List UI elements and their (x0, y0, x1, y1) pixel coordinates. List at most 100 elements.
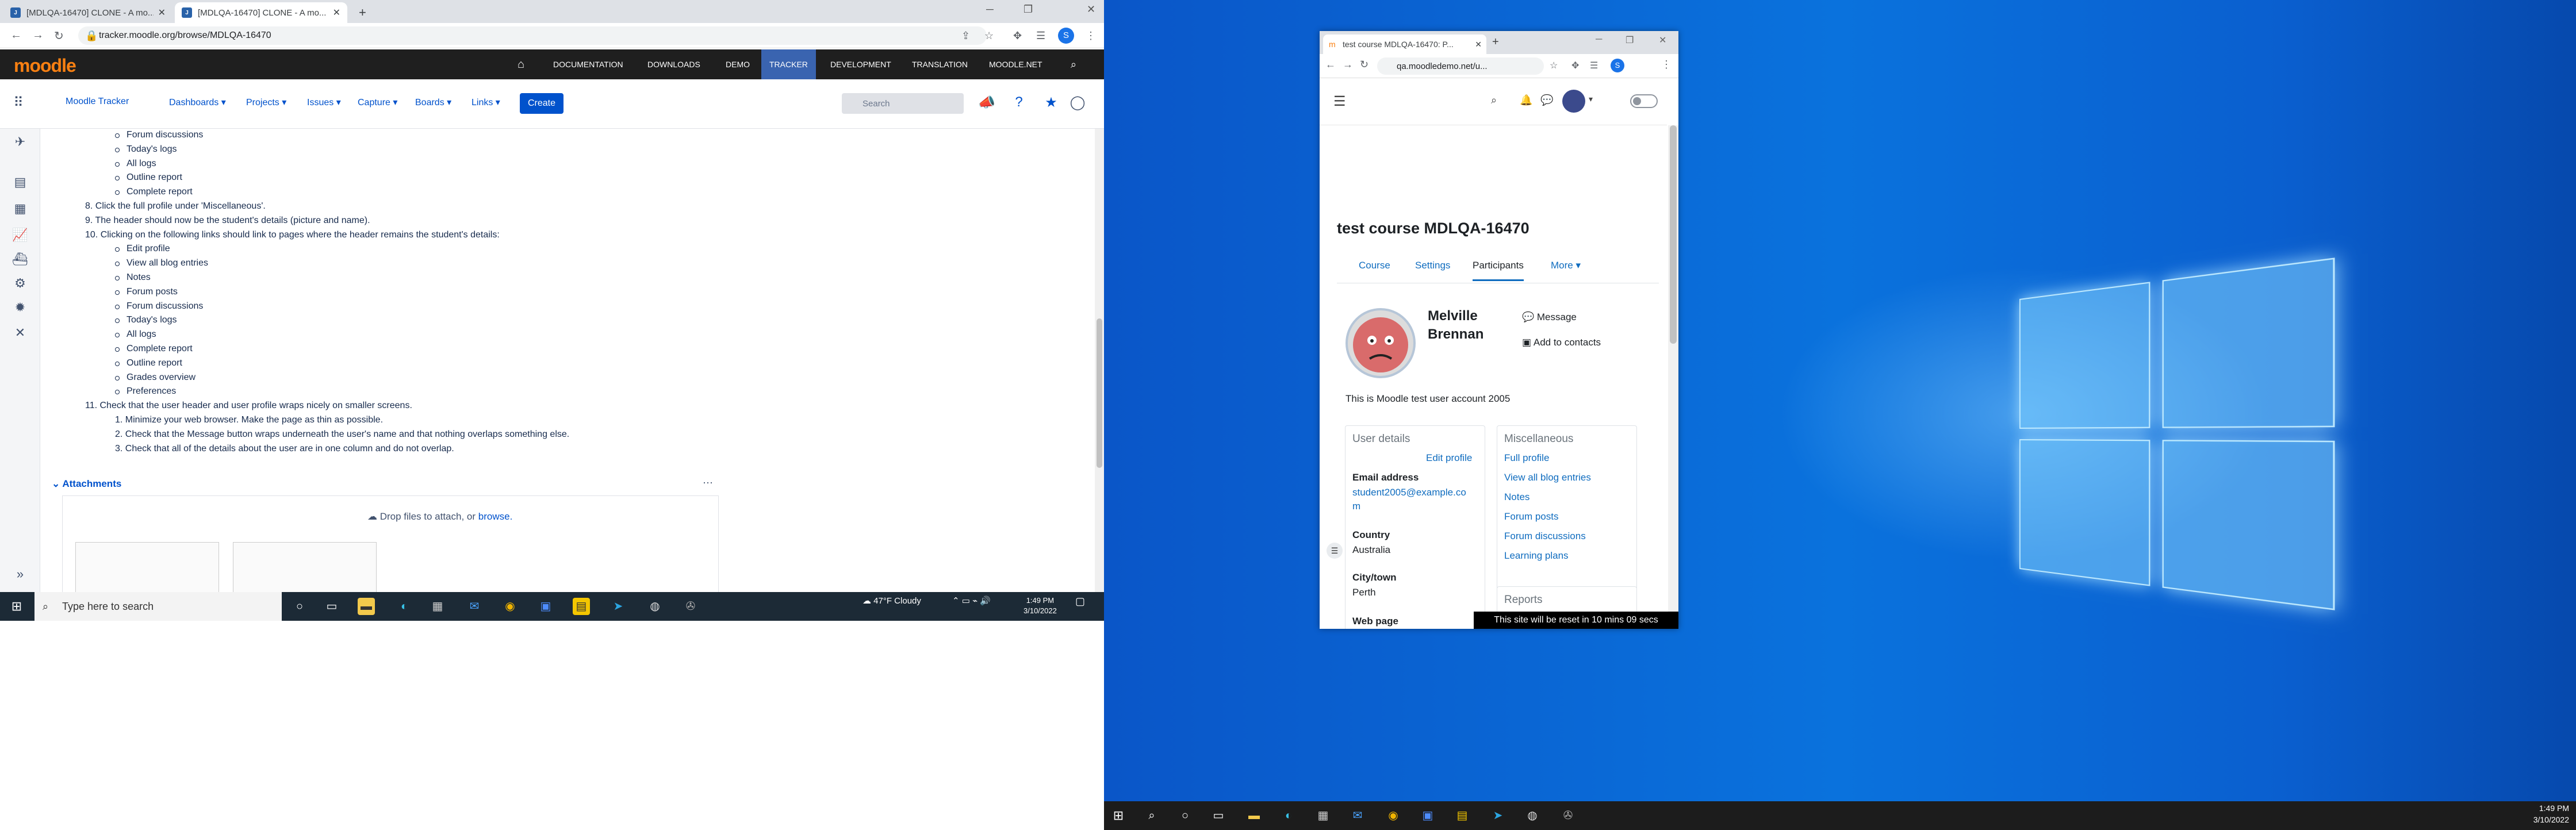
forum-discussions-link[interactable]: Forum discussions (1504, 531, 1586, 542)
new-tab-button[interactable]: + (352, 2, 373, 23)
menu-issues[interactable]: Issues ▾ (307, 97, 341, 108)
hamburger-icon[interactable]: ☰ (1333, 93, 1346, 110)
chrome-profile-icon[interactable]: ◍ (646, 598, 664, 615)
attachment-thumbnail[interactable] (233, 542, 377, 592)
menu-capture[interactable]: Capture ▾ (358, 97, 397, 108)
browse-link[interactable]: browse. (478, 511, 513, 522)
nav-tracker[interactable]: TRACKER (761, 49, 816, 79)
close-icon[interactable]: ✕ (1475, 40, 1482, 49)
nav-downloads[interactable]: DOWNLOADS (639, 49, 708, 79)
tab-course[interactable]: Course (1359, 260, 1390, 271)
edit-profile-link[interactable]: Edit profile (1426, 452, 1472, 464)
shortcuts-icon[interactable]: ✕ (10, 325, 30, 343)
store-icon[interactable]: ▦ (1314, 807, 1332, 824)
profile-avatar[interactable]: S (1611, 59, 1624, 72)
minimize-icon[interactable]: ─ (986, 3, 994, 16)
sticky-notes-icon[interactable]: ▤ (573, 598, 590, 615)
forum-posts-link[interactable]: Forum posts (1504, 511, 1558, 522)
task-view-icon[interactable]: ▭ (323, 598, 340, 615)
close-icon[interactable]: ✕ (158, 7, 166, 18)
tab-settings[interactable]: Settings (1415, 260, 1450, 271)
nav-demo[interactable]: DEMO (718, 49, 758, 79)
file-explorer-icon[interactable]: ▬ (358, 598, 375, 615)
mail-icon[interactable]: ✉ (1349, 807, 1366, 824)
star-icon[interactable]: ☆ (1550, 60, 1558, 71)
admin-star-icon[interactable]: ★ (1042, 94, 1060, 113)
app-switcher-icon[interactable]: ⠿ (9, 94, 28, 113)
chat-icon[interactable]: 💬 (1540, 94, 1553, 106)
learning-plans-link[interactable]: Learning plans (1504, 550, 1569, 562)
components-icon[interactable]: ⚙ (10, 276, 30, 293)
close-window-icon[interactable]: ✕ (1659, 34, 1666, 46)
tab-participants[interactable]: Participants (1473, 260, 1524, 281)
profile-avatar[interactable]: S (1058, 28, 1074, 44)
releases-icon[interactable]: ⛴ (10, 252, 30, 269)
moodle-logo[interactable]: moodle (14, 55, 76, 76)
menu-links[interactable]: Links ▾ (471, 97, 500, 108)
more-options-icon[interactable]: ⋯ (703, 477, 713, 489)
taskbar-clock[interactable]: 1:49 PM 3/10/2022 (1023, 595, 1057, 616)
tray-icons[interactable]: ⌃ ▭ ⌁ 🔊 (952, 595, 991, 606)
jira-search-input[interactable]: Search (842, 93, 964, 114)
nav-moodle-net[interactable]: MOODLE.NET (981, 49, 1051, 79)
forward-icon[interactable]: → (1343, 59, 1353, 71)
new-tab-button[interactable]: + (1492, 36, 1499, 49)
task-view-icon[interactable]: ▭ (1210, 807, 1227, 824)
help-icon[interactable]: ? (1010, 94, 1028, 113)
bell-icon[interactable]: 🔔 (1520, 94, 1532, 106)
page-scrollbar[interactable] (1095, 129, 1104, 592)
edge-icon[interactable]: ◐ (1280, 807, 1297, 824)
user-avatar-icon[interactable]: ◯ (1068, 94, 1087, 113)
cortana-icon[interactable]: ○ (1176, 807, 1194, 824)
blog-entries-link[interactable]: View all blog entries (1504, 472, 1591, 483)
bug-icon[interactable]: ✹ (10, 300, 30, 317)
zoom-icon[interactable]: ▣ (537, 598, 554, 615)
user-avatar[interactable] (1562, 90, 1585, 113)
browser-tab-1[interactable]: J [MDLQA-16470] CLONE - A mo... ✕ (3, 2, 172, 23)
search-icon[interactable]: ⌕ (1491, 94, 1497, 106)
app-icon[interactable]: ✇ (1559, 807, 1577, 824)
project-avatar-icon[interactable]: ✈ (10, 135, 30, 152)
chevron-down-icon[interactable]: ▾ (1589, 94, 1593, 104)
app-icon[interactable]: ✇ (682, 598, 699, 615)
file-explorer-icon[interactable]: ▬ (1245, 807, 1263, 824)
add-contact-button[interactable]: ▣ Add to contacts (1522, 337, 1601, 348)
back-icon[interactable]: ← (10, 29, 22, 42)
close-window-icon[interactable]: ✕ (1087, 3, 1095, 16)
home-icon[interactable]: ⌂ (509, 49, 532, 79)
url-field[interactable]: qa.moodledemo.net/u... (1377, 57, 1544, 75)
notifications-icon[interactable]: ▢ (1075, 595, 1085, 608)
edge-icon[interactable]: ◐ (396, 598, 413, 615)
chrome-icon[interactable]: ◉ (501, 598, 519, 615)
attachment-thumbnail[interactable] (75, 542, 219, 592)
search-icon[interactable]: ⌕ (1143, 807, 1160, 824)
zoom-icon[interactable]: ▣ (1419, 807, 1436, 824)
email-link-line2[interactable]: m (1352, 501, 1360, 512)
notes-link[interactable]: Notes (1504, 491, 1529, 503)
maximize-icon[interactable]: ❐ (1626, 34, 1634, 46)
browser-tab-2[interactable]: J [MDLQA-16470] CLONE - A mo... ✕ (175, 2, 347, 23)
menu-dashboards[interactable]: Dashboards ▾ (169, 97, 226, 108)
weather-widget[interactable]: ☁ 47°F Cloudy (862, 595, 921, 606)
windows-start-icon[interactable]: ⊞ (1110, 807, 1127, 824)
nav-development[interactable]: DEVELOPMENT (822, 49, 899, 79)
reports-icon[interactable]: 📈 (10, 228, 30, 245)
board-icon[interactable]: ▤ (10, 175, 30, 192)
menu-kebab-icon[interactable]: ⋮ (1086, 30, 1096, 42)
reload-icon[interactable]: ↻ (54, 29, 64, 43)
telegram-icon[interactable]: ➤ (610, 598, 627, 615)
attachments-header[interactable]: ⌄ Attachments (52, 478, 121, 490)
menu-projects[interactable]: Projects ▾ (246, 97, 286, 108)
message-button[interactable]: 💬 Message (1522, 312, 1577, 323)
store-icon[interactable]: ▦ (429, 598, 446, 615)
url-field[interactable]: tracker.moodle.org/browse/MDLQA-16470 (78, 26, 987, 45)
cortana-icon[interactable]: ○ (291, 598, 308, 615)
share-icon[interactable]: ⇪ (961, 30, 970, 42)
search-icon[interactable]: ⌕ (1063, 49, 1084, 79)
back-icon[interactable]: ← (1325, 59, 1336, 71)
extensions-icon[interactable]: ✥ (1013, 30, 1022, 42)
block-drawer-icon[interactable]: ☰ (1327, 543, 1343, 559)
attachment-dropzone[interactable]: ☁ Drop files to attach, or browse. (62, 495, 719, 592)
announcement-icon[interactable]: 📣 (977, 94, 996, 113)
issues-icon[interactable]: ▦ (10, 201, 30, 218)
